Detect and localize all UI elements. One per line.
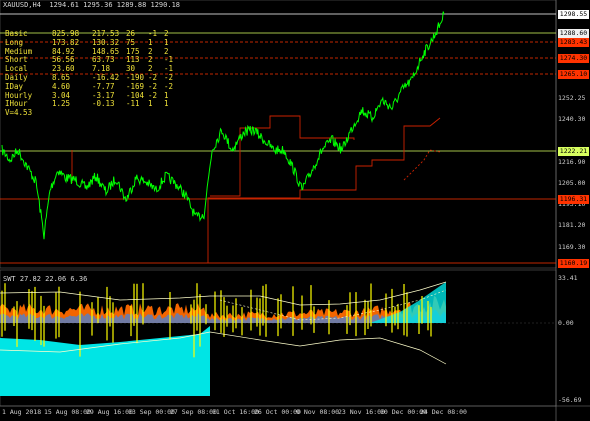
time-tick: 11 Oct 16:00 <box>212 408 259 416</box>
price-level-tag: 1274.30 <box>558 53 589 63</box>
price-level-tag: 1298.55 <box>558 9 589 19</box>
resistance-step-line <box>210 115 355 197</box>
time-tick: 23 Nov 16:00 <box>338 408 385 416</box>
price-tick: 1240.30 <box>558 115 586 123</box>
time-tick: 1 Aug 2018 <box>2 408 42 416</box>
price-level-tag: 1222.21 <box>558 146 589 156</box>
v-label: V=4.53 <box>5 108 33 118</box>
time-tick: 13 Sep 00:00 <box>128 408 175 416</box>
price-level-tag: 1196.31 <box>558 194 589 204</box>
indicator-scale-tick: 33.41 <box>558 274 578 282</box>
price-tick: 1252.25 <box>558 94 586 102</box>
time-tick: 9 Nov 08:00 <box>296 408 340 416</box>
indicator-header: SWT 27.82 22.06 6.36 <box>3 275 88 283</box>
indicator-scale-tick: -56.69 <box>558 396 582 404</box>
price-level-tag: 1265.10 <box>558 69 589 79</box>
stats-cell: 1.25 <box>52 99 71 109</box>
time-tick: 15 Aug 08:00 <box>44 408 91 416</box>
time-tick: 26 Oct 00:00 <box>254 408 301 416</box>
stats-cell: -0.13 <box>92 99 115 109</box>
price-level-tag: 1283.43 <box>558 37 589 47</box>
price-tick: 1205.00 <box>558 179 586 187</box>
price-level-tag: 1160.19 <box>558 258 589 268</box>
stats-cell: 1 <box>148 99 153 109</box>
cyan-histogram-area <box>0 326 210 396</box>
price-tick: 1181.20 <box>558 221 586 229</box>
indicator-scale-tick: 0.00 <box>558 319 574 327</box>
price-level-tag: 1288.60 <box>558 28 589 38</box>
time-tick: 24 Dec 08:00 <box>420 408 467 416</box>
chart-canvas[interactable] <box>0 0 590 421</box>
stats-cell: -11 <box>126 99 140 109</box>
chart-window[interactable]: XAUUSD,H4 1294.61 1295.36 1289.88 1290.1… <box>0 0 590 421</box>
price-tick: 1169.30 <box>558 243 586 251</box>
time-tick: 29 Aug 16:00 <box>86 408 133 416</box>
time-tick: 27 Sep 08:00 <box>170 408 217 416</box>
price-tick: 1216.90 <box>558 158 586 166</box>
support-step-line <box>71 117 441 263</box>
stats-table: Basic 825.98 217.53 26 -1 2 Long 173.82 130.32 75… <box>5 29 173 118</box>
stats-cell: 1 <box>164 99 169 109</box>
forecast-dotted-line <box>403 149 441 181</box>
upper-envelope-line <box>0 281 447 306</box>
symbol-header: XAUUSD,H4 1294.61 1295.36 1289.88 1290.1… <box>3 1 181 9</box>
main-pane-border <box>0 0 557 269</box>
